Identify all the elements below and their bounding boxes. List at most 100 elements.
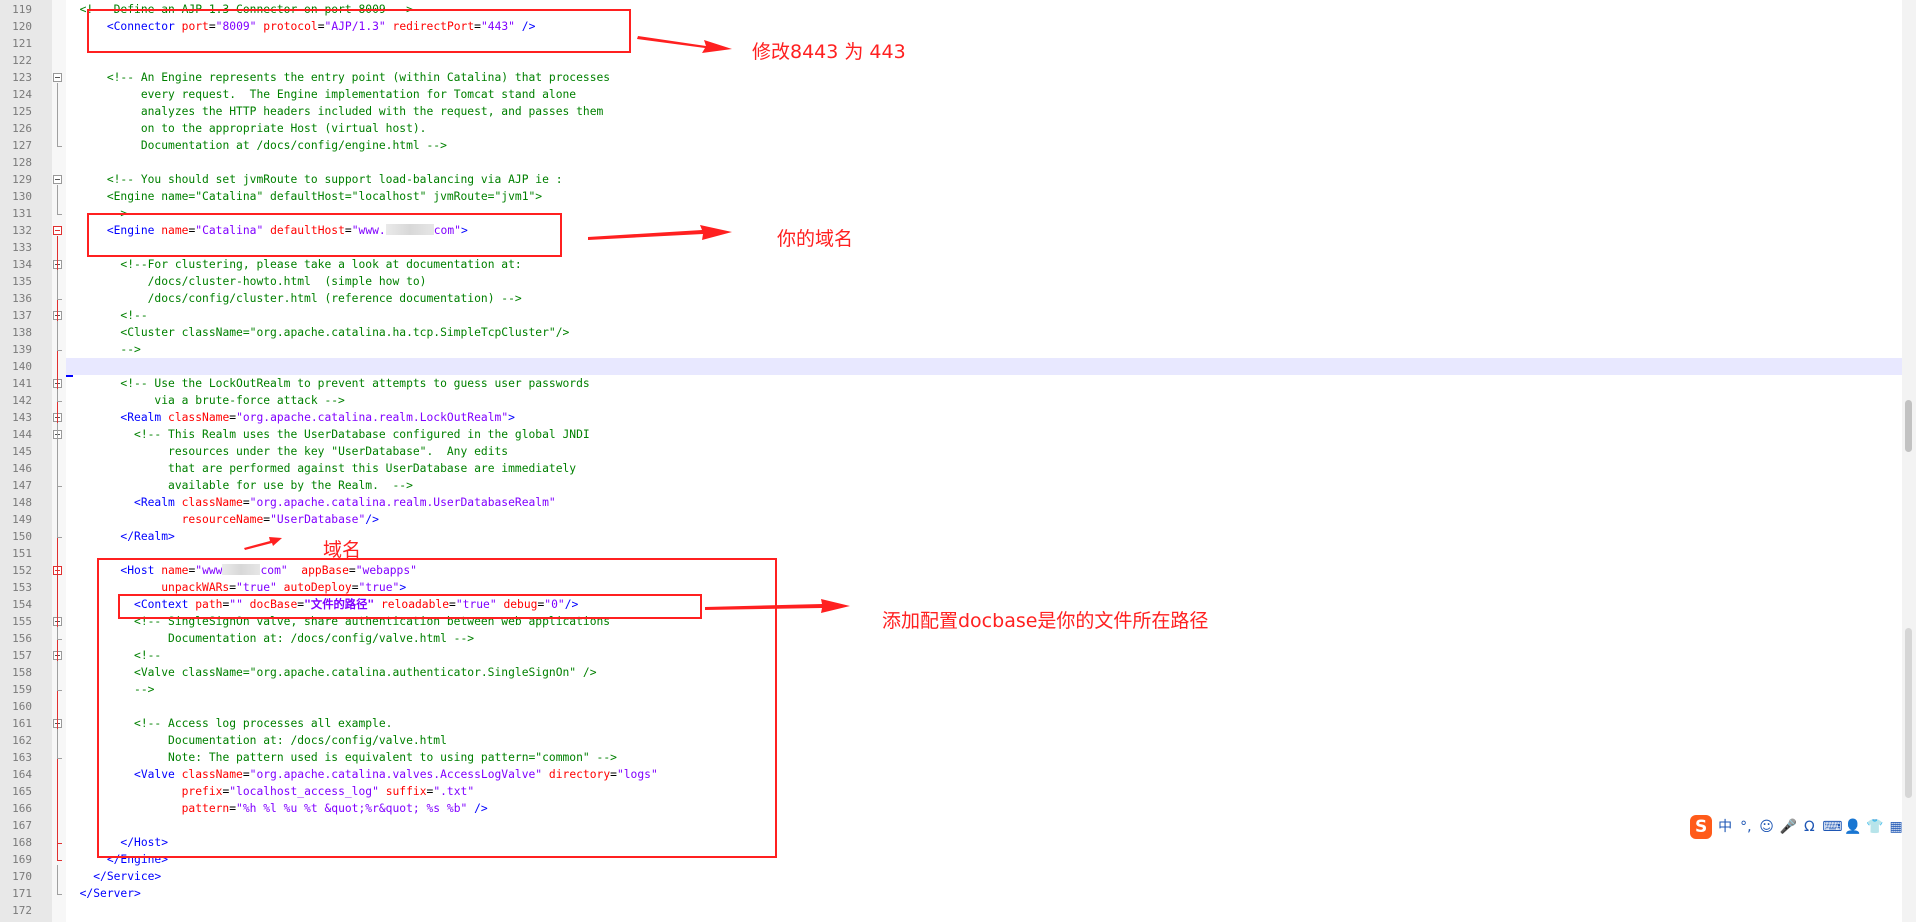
code-line[interactable]: <Host name="www com" appBase="webapps" <box>66 562 1902 579</box>
code-token: via a brute-force attack --> <box>154 394 345 407</box>
code-line[interactable]: <!-- This Realm uses the UserDatabase co… <box>66 426 1902 443</box>
code-line[interactable]: <Realm className="org.apache.catalina.re… <box>66 409 1902 426</box>
code-line[interactable]: on to the appropriate Host (virtual host… <box>66 120 1902 137</box>
code-line[interactable]: <!-- <box>66 307 1902 324</box>
code-line[interactable]: unpackWARs="true" autoDeploy="true"> <box>66 579 1902 596</box>
code-line[interactable]: that are performed against this UserData… <box>66 460 1902 477</box>
code-line[interactable] <box>66 239 1902 256</box>
code-line[interactable]: /docs/cluster-howto.html (simple how to) <box>66 273 1902 290</box>
ime-headset-icon[interactable]: Ω <box>1801 817 1817 837</box>
fold-guide-end <box>57 486 62 487</box>
code-line[interactable]: resources under the key "UserDatabase". … <box>66 443 1902 460</box>
code-token: prefix <box>181 785 223 798</box>
code-line[interactable]: /docs/config/cluster.html (reference doc… <box>66 290 1902 307</box>
code-line[interactable]: <Realm className="org.apache.catalina.re… <box>66 494 1902 511</box>
code-line[interactable]: Note: The pattern used is equivalent to … <box>66 749 1902 766</box>
code-line[interactable] <box>66 358 1902 375</box>
code-line[interactable]: resourceName="UserDatabase"/> <box>66 511 1902 528</box>
ime-keyboard-icon[interactable]: ⌨ <box>1822 817 1842 837</box>
code-line[interactable]: every request. The Engine implementation… <box>66 86 1902 103</box>
line-number-gutter[interactable]: 119 120 121 122 123 124 125 126 127 128 129 130 131 1… <box>0 0 53 922</box>
fold-toggle-icon[interactable] <box>53 73 62 82</box>
line-number: 119 <box>12 3 32 16</box>
code-token: on to the appropriate Host (virtual host… <box>140 122 427 135</box>
ime-skin-icon[interactable]: 👕 <box>1866 817 1883 837</box>
code-token: Documentation at: /docs/config/valve.htm… <box>168 632 475 645</box>
code-line[interactable]: pattern="%h %l %u %t &quot;%r&quot; %s %… <box>66 800 1902 817</box>
sogou-logo-icon[interactable]: S <box>1690 815 1713 839</box>
code-line[interactable] <box>66 35 1902 52</box>
code-line[interactable]: </Service> <box>66 868 1902 885</box>
code-line[interactable]: <!-- Use the LockOutRealm to prevent att… <box>66 375 1902 392</box>
code-line[interactable]: <!--For clustering, please take a look a… <box>66 256 1902 273</box>
code-line[interactable]: </Host> <box>66 834 1902 851</box>
code-token: /docs/config/cluster.html (reference doc… <box>147 292 522 305</box>
code-line[interactable]: <!-- Access log processes all example. <box>66 715 1902 732</box>
code-line[interactable]: available for use by the Realm. --> <box>66 477 1902 494</box>
code-line[interactable]: --> <box>66 681 1902 698</box>
vertical-scrollbar[interactable] <box>1902 0 1916 922</box>
code-token: "localhost_access_log" <box>229 785 379 798</box>
code-token: "webapps" <box>355 564 417 577</box>
code-line[interactable] <box>66 52 1902 69</box>
code-line[interactable]: <Valve className="org.apache.catalina.va… <box>66 766 1902 783</box>
code-line[interactable] <box>66 817 1902 834</box>
code-line[interactable] <box>66 154 1902 171</box>
code-line[interactable]: <Engine name="Catalina" defaultHost="loc… <box>66 188 1902 205</box>
ime-toolbar[interactable]: S 中 °, ☺ 🎤 Ω ⌨ 👤 👕 ▦ <box>1690 814 1904 840</box>
fold-margin[interactable] <box>52 0 66 922</box>
code-line[interactable]: <!-- You should set jvmRoute to support … <box>66 171 1902 188</box>
code-token: <Cluster className="org.apache.catalina.… <box>120 326 570 339</box>
code-line[interactable]: </Engine> <box>66 851 1902 868</box>
code-line[interactable]: <Engine name="Catalina" defaultHost="www… <box>66 222 1902 239</box>
code-line[interactable]: <Cluster className="org.apache.catalina.… <box>66 324 1902 341</box>
code-line[interactable] <box>66 698 1902 715</box>
code-line[interactable]: <!-- <box>66 647 1902 664</box>
code-line[interactable]: --> <box>66 205 1902 222</box>
code-token: <Realm <box>120 411 169 424</box>
fold-guide <box>57 83 58 146</box>
code-line[interactable]: </Server> <box>66 885 1902 902</box>
code-token: = <box>344 224 352 237</box>
ime-voice-icon[interactable]: 🎤 <box>1779 817 1796 837</box>
fold-guide <box>57 440 58 486</box>
code-line[interactable]: <!-- An Engine represents the entry poin… <box>66 69 1902 86</box>
code-area[interactable]: <!-- Define an AJP 1.3 Connector on port… <box>66 0 1902 922</box>
code-editor[interactable]: 119 120 121 122 123 124 125 126 127 128 129 130 131 1… <box>0 0 1916 922</box>
fold-guide <box>57 576 58 843</box>
code-token: = <box>449 598 456 611</box>
code-line[interactable]: analyzes the HTTP headers included with … <box>66 103 1902 120</box>
ime-emoji-icon[interactable]: ☺ <box>1759 817 1775 837</box>
ime-toolbox-icon[interactable]: ▦ <box>1888 817 1904 837</box>
fold-toggle-icon[interactable] <box>53 226 62 235</box>
ime-chinese-mode-icon[interactable]: 中 <box>1717 817 1733 837</box>
code-line[interactable]: prefix="localhost_access_log" suffix=".t… <box>66 783 1902 800</box>
code-line[interactable]: <Connector port="8009" protocol="AJP/1.3… <box>66 18 1902 35</box>
code-line[interactable]: Documentation at /docs/config/engine.htm… <box>66 137 1902 154</box>
ime-user-icon[interactable]: 👤 <box>1844 817 1861 837</box>
ime-punctuation-icon[interactable]: °, <box>1738 817 1754 837</box>
code-line[interactable]: <Valve className="org.apache.catalina.au… <box>66 664 1902 681</box>
code-line[interactable] <box>66 902 1902 919</box>
code-token: = <box>348 564 356 577</box>
code-line[interactable]: via a brute-force attack --> <box>66 392 1902 409</box>
code-line[interactable]: --> <box>66 341 1902 358</box>
code-line[interactable]: <!-- Define an AJP 1.3 Connector on port… <box>66 1 1902 18</box>
line-number: 132 <box>12 224 32 237</box>
fold-toggle-icon[interactable] <box>53 175 62 184</box>
fold-guide-end <box>57 214 62 215</box>
code-line[interactable]: Documentation at: /docs/config/valve.htm… <box>66 732 1902 749</box>
scrollbar-thumb[interactable] <box>1905 400 1912 452</box>
